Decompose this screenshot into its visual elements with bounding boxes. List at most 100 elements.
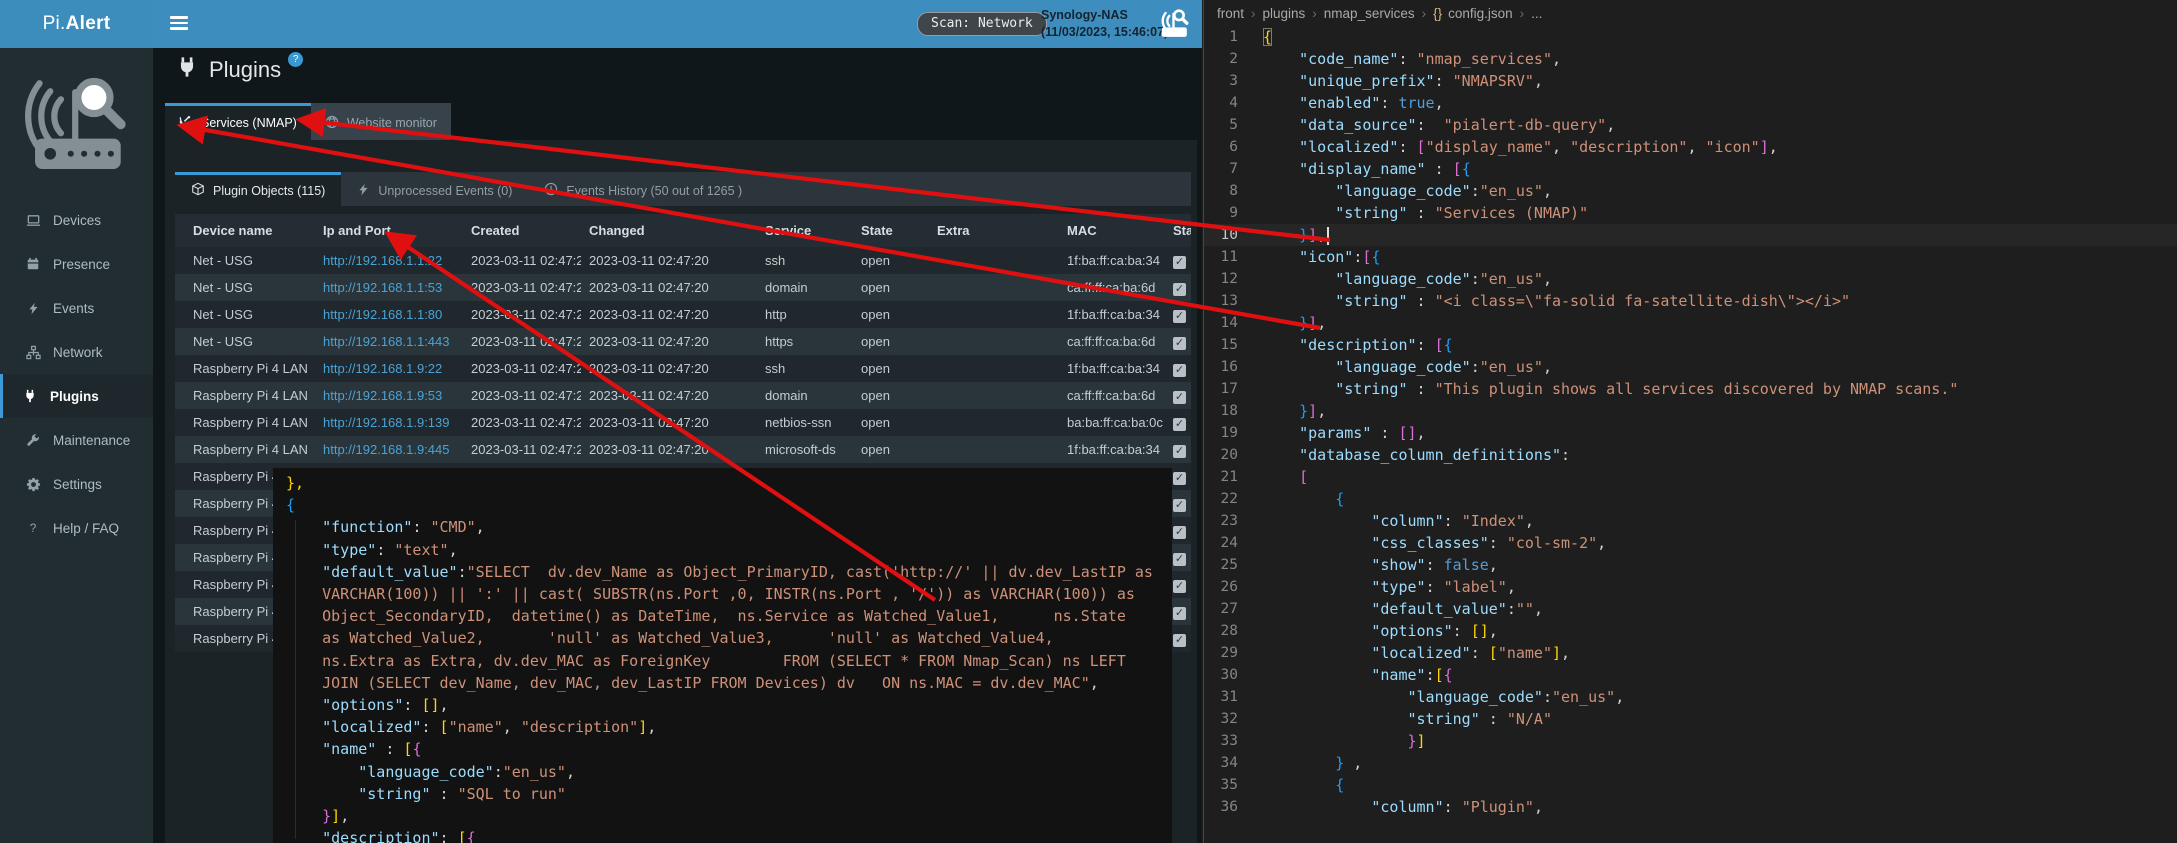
tab-label: Services (NMAP)	[201, 116, 297, 130]
brand-pi: Pi.	[43, 13, 66, 35]
sidebar-item-plugins[interactable]: Plugins	[0, 374, 153, 418]
line-number: 22	[1204, 488, 1263, 510]
vscode-line: 18 }],	[1204, 400, 2177, 422]
tab-services-nmap[interactable]: Services (NMAP)	[165, 103, 311, 140]
table-row: Raspberry Pi 4 LANhttp://192.168.1.9:532…	[175, 382, 1191, 409]
status-checkbox[interactable]: ✓	[1173, 553, 1186, 566]
status-checkbox[interactable]: ✓	[1173, 445, 1186, 458]
vscode-line: 28 "options": [],	[1204, 620, 2177, 642]
status-checkbox[interactable]: ✓	[1173, 580, 1186, 593]
subtab-events-history-50-out-of-1265[interactable]: Events History (50 out of 1265 )	[528, 172, 758, 206]
overlay-code-line: }],	[286, 805, 1172, 827]
sidebar-item-devices[interactable]: Devices	[0, 198, 153, 242]
column-header[interactable]: Device name	[175, 214, 315, 247]
overlay-code-line: JOIN (SELECT dev_Name, dev_MAC, dev_Last…	[286, 672, 1172, 694]
line-number: 29	[1204, 642, 1263, 664]
column-header[interactable]: State	[853, 214, 929, 247]
ip-port-link[interactable]: http://192.168.1.1:443	[323, 334, 450, 349]
status-checkbox[interactable]: ✓	[1173, 256, 1186, 269]
column-header[interactable]: MAC	[1059, 214, 1165, 247]
overlay-code-line: "string" : "SQL to run"	[286, 783, 1172, 805]
line-number: 33	[1204, 730, 1263, 752]
bolt-icon	[357, 183, 370, 199]
status-checkbox[interactable]: ✓	[1173, 391, 1186, 404]
vscode-line: 25 "show": false,	[1204, 554, 2177, 576]
sidebar-item-events[interactable]: Events	[0, 286, 153, 330]
line-number: 15	[1204, 334, 1263, 356]
line-number: 4	[1204, 92, 1263, 114]
vscode-line: 11 "icon":[{	[1204, 246, 2177, 268]
vscode-line: 2 "code_name": "nmap_services",	[1204, 48, 2177, 70]
column-header[interactable]: Created	[463, 214, 581, 247]
ip-port-link[interactable]: http://192.168.1.9:445	[323, 442, 450, 457]
vscode-line: 30 "name":[{	[1204, 664, 2177, 686]
status-checkbox[interactable]: ✓	[1173, 418, 1186, 431]
brand-alert: Alert	[66, 13, 111, 35]
vscode-line: 34 } ,	[1204, 752, 2177, 774]
status-checkbox[interactable]: ✓	[1173, 607, 1186, 620]
subtab-unprocessed-events-0[interactable]: Unprocessed Events (0)	[341, 172, 528, 206]
column-header[interactable]: Ip and Port	[315, 214, 463, 247]
column-header[interactable]: Status	[1165, 214, 1191, 247]
sidebar-item-help-faq[interactable]: ?Help / FAQ	[0, 506, 153, 550]
status-checkbox[interactable]: ✓	[1173, 472, 1186, 485]
overlay-code-line: "options": [],	[286, 694, 1172, 716]
line-number: 24	[1204, 532, 1263, 554]
help-badge[interactable]: ?	[288, 52, 303, 67]
status-checkbox[interactable]: ✓	[1173, 634, 1186, 647]
overlay-code-line: "default_value":"SELECT dv.dev_Name as O…	[286, 561, 1172, 583]
menu-toggle-icon[interactable]	[170, 16, 188, 33]
breadcrumb[interactable]: front›plugins›nmap_services›{}config.jso…	[1204, 0, 2177, 26]
line-number: 27	[1204, 598, 1263, 620]
line-number: 28	[1204, 620, 1263, 642]
vscode-line: 20 "database_column_definitions":	[1204, 444, 2177, 466]
subtab-plugin-objects-115[interactable]: Plugin Objects (115)	[175, 172, 341, 206]
overlay-code-line: "name" : [{	[286, 738, 1172, 760]
vscode-window: front›plugins›nmap_services›{}config.jso…	[1203, 0, 2177, 843]
host-info: Synology-NAS (11/03/2023, 15:46:07)	[1041, 7, 1168, 41]
tab-label: Website monitor	[347, 116, 437, 130]
sidebar-item-settings[interactable]: Settings	[0, 462, 153, 506]
line-number: 21	[1204, 466, 1263, 488]
tab-label: Events History (50 out of 1265 )	[566, 184, 742, 198]
svg-text:?: ?	[30, 521, 37, 535]
status-checkbox[interactable]: ✓	[1173, 364, 1186, 377]
line-number: 20	[1204, 444, 1263, 466]
ip-port-link[interactable]: http://192.168.1.1:53	[323, 280, 442, 295]
vscode-editor[interactable]: 1{2 "code_name": "nmap_services",3 "uniq…	[1204, 26, 2177, 818]
status-checkbox[interactable]: ✓	[1173, 310, 1186, 323]
wrench-icon	[24, 433, 42, 447]
calendar-icon	[24, 257, 42, 271]
plugin-config-code-editor[interactable]: },{ "function": "CMD", "type": "text", "…	[273, 468, 1172, 843]
plugin-subtabs: Plugin Objects (115)Unprocessed Events (…	[175, 172, 1191, 206]
overlay-code-line: },	[286, 472, 1172, 494]
pialert-mini-logo-icon	[1157, 7, 1191, 41]
line-number: 16	[1204, 356, 1263, 378]
line-number: 25	[1204, 554, 1263, 576]
line-number: 9	[1204, 202, 1263, 224]
column-header[interactable]: Extra	[929, 214, 1059, 247]
plug-icon	[176, 56, 198, 84]
status-checkbox[interactable]: ✓	[1173, 526, 1186, 539]
column-header[interactable]: Service	[757, 214, 853, 247]
column-header[interactable]: Changed	[581, 214, 757, 247]
status-checkbox[interactable]: ✓	[1173, 337, 1186, 350]
sidebar-item-presence[interactable]: Presence	[0, 242, 153, 286]
ip-port-link[interactable]: http://192.168.1.9:53	[323, 388, 442, 403]
ip-port-link[interactable]: http://192.168.1.9:22	[323, 361, 442, 376]
vscode-line: 27 "default_value":"",	[1204, 598, 2177, 620]
vscode-line: 19 "params" : [],	[1204, 422, 2177, 444]
sidebar-item-network[interactable]: Network	[0, 330, 153, 374]
line-number: 35	[1204, 774, 1263, 796]
tab-website-monitor[interactable]: Website monitor	[311, 103, 451, 140]
status-checkbox[interactable]: ✓	[1173, 283, 1186, 296]
sidebar-item-maintenance[interactable]: Maintenance	[0, 418, 153, 462]
status-checkbox[interactable]: ✓	[1173, 499, 1186, 512]
scan-status-badge: Scan: Network	[917, 12, 1047, 36]
app-brand[interactable]: Pi.Alert	[0, 0, 153, 48]
ip-port-link[interactable]: http://192.168.1.9:139	[323, 415, 450, 430]
sidebar-item-label: Settings	[53, 477, 102, 492]
ip-port-link[interactable]: http://192.168.1.1:80	[323, 307, 442, 322]
ip-port-link[interactable]: http://192.168.1.1:22	[323, 253, 442, 268]
table-row: Net - USGhttp://192.168.1.1:532023-03-11…	[175, 274, 1191, 301]
